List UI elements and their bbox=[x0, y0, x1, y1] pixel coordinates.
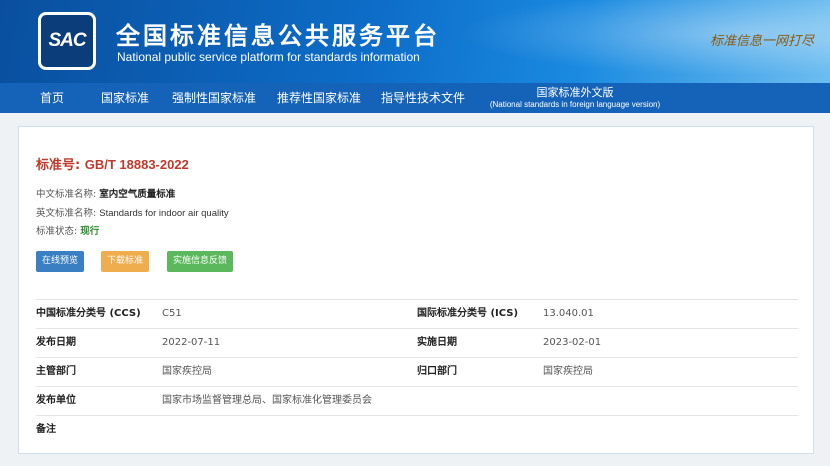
site-subtitle: National public service platform for sta… bbox=[117, 50, 420, 64]
nav-item-mandatory-standards[interactable]: 强制性国家标准 bbox=[172, 83, 256, 113]
table-row: 主管部门 国家疾控局 归口部门 国家疾控局 bbox=[36, 357, 798, 386]
slogan: 标准信息一网打尽 bbox=[710, 34, 815, 49]
ccs-label: 中国标准分类号 (CCS) bbox=[36, 308, 141, 319]
standard-number-label: 标准号: bbox=[36, 158, 81, 173]
ics-label: 国际标准分类号 (ICS) bbox=[417, 308, 519, 319]
sac-logo[interactable]: SAC bbox=[38, 12, 96, 70]
publisher-label: 发布单位 bbox=[36, 395, 76, 406]
publish-date-value: 2022-07-11 bbox=[162, 337, 221, 348]
standard-number-value: GB/T 18883-2022 bbox=[84, 157, 189, 172]
table-row: 发布单位 国家市场监督管理总局、国家标准化管理委员会 bbox=[36, 386, 798, 415]
logo-text: SAC bbox=[48, 30, 86, 51]
status-badge: 现行 bbox=[80, 226, 100, 237]
cn-name-value: 室内空气质量标准 bbox=[99, 189, 176, 200]
nav-item-national-standards[interactable]: 国家标准 bbox=[101, 83, 149, 113]
nav-foreign-sublabel: (National standards in foreign language … bbox=[489, 100, 661, 109]
cn-name-label: 中文标准名称: bbox=[36, 189, 97, 200]
nav-item-home[interactable]: 首页 bbox=[40, 83, 64, 113]
table-row: 发布日期 2022-07-11 实施日期 2023-02-01 bbox=[36, 328, 798, 357]
status-label: 标准状态: bbox=[36, 226, 78, 237]
feedback-button[interactable]: 实施信息反馈 bbox=[167, 251, 234, 272]
nav-item-guidance-documents[interactable]: 指导性技术文件 bbox=[381, 83, 465, 113]
en-name-row: 英文标准名称: Standards for indoor air quality bbox=[36, 205, 229, 219]
site-header: SAC 全国标准信息公共服务平台 National public service… bbox=[0, 0, 830, 83]
table-row: 备注 bbox=[36, 415, 798, 444]
ccs-value: C51 bbox=[162, 308, 182, 319]
nav-item-foreign-language[interactable]: 国家标准外文版 (National standards in foreign l… bbox=[484, 87, 666, 110]
site-title: 全国标准信息公共服务平台 bbox=[116, 22, 440, 50]
centralized-dept-value: 国家疾控局 bbox=[543, 366, 593, 377]
main-nav: 首页 国家标准 强制性国家标准 推荐性国家标准 指导性技术文件 国家标准外文版 … bbox=[0, 83, 830, 113]
en-name-value: Standards for indoor air quality bbox=[99, 208, 229, 219]
table-row: 中国标准分类号 (CCS) C51 国际标准分类号 (ICS) 13.040.0… bbox=[36, 299, 798, 328]
competent-dept-value: 国家疾控局 bbox=[162, 366, 212, 377]
details-table: 中国标准分类号 (CCS) C51 国际标准分类号 (ICS) 13.040.0… bbox=[36, 299, 798, 444]
competent-dept-label: 主管部门 bbox=[36, 366, 76, 377]
standard-detail-panel: 标准号: GB/T 18883-2022 中文标准名称: 室内空气质量标准 英文… bbox=[18, 126, 814, 454]
en-name-label: 英文标准名称: bbox=[36, 208, 97, 219]
status-row: 标准状态: 现行 bbox=[36, 223, 99, 237]
publish-date-label: 发布日期 bbox=[36, 337, 76, 348]
implement-date-label: 实施日期 bbox=[417, 337, 457, 348]
publisher-value: 国家市场监督管理总局、国家标准化管理委员会 bbox=[162, 395, 372, 406]
ics-value: 13.040.01 bbox=[543, 308, 594, 319]
nav-item-recommended-standards[interactable]: 推荐性国家标准 bbox=[277, 83, 361, 113]
preview-button[interactable]: 在线预览 bbox=[36, 251, 85, 272]
nav-foreign-label: 国家标准外文版 bbox=[536, 86, 614, 99]
download-button[interactable]: 下载标准 bbox=[101, 251, 150, 272]
centralized-dept-label: 归口部门 bbox=[417, 366, 457, 377]
cn-name-row: 中文标准名称: 室内空气质量标准 bbox=[36, 186, 175, 200]
standard-number: 标准号: GB/T 18883-2022 bbox=[36, 154, 189, 173]
remarks-label: 备注 bbox=[36, 424, 56, 435]
implement-date-value: 2023-02-01 bbox=[543, 337, 602, 348]
